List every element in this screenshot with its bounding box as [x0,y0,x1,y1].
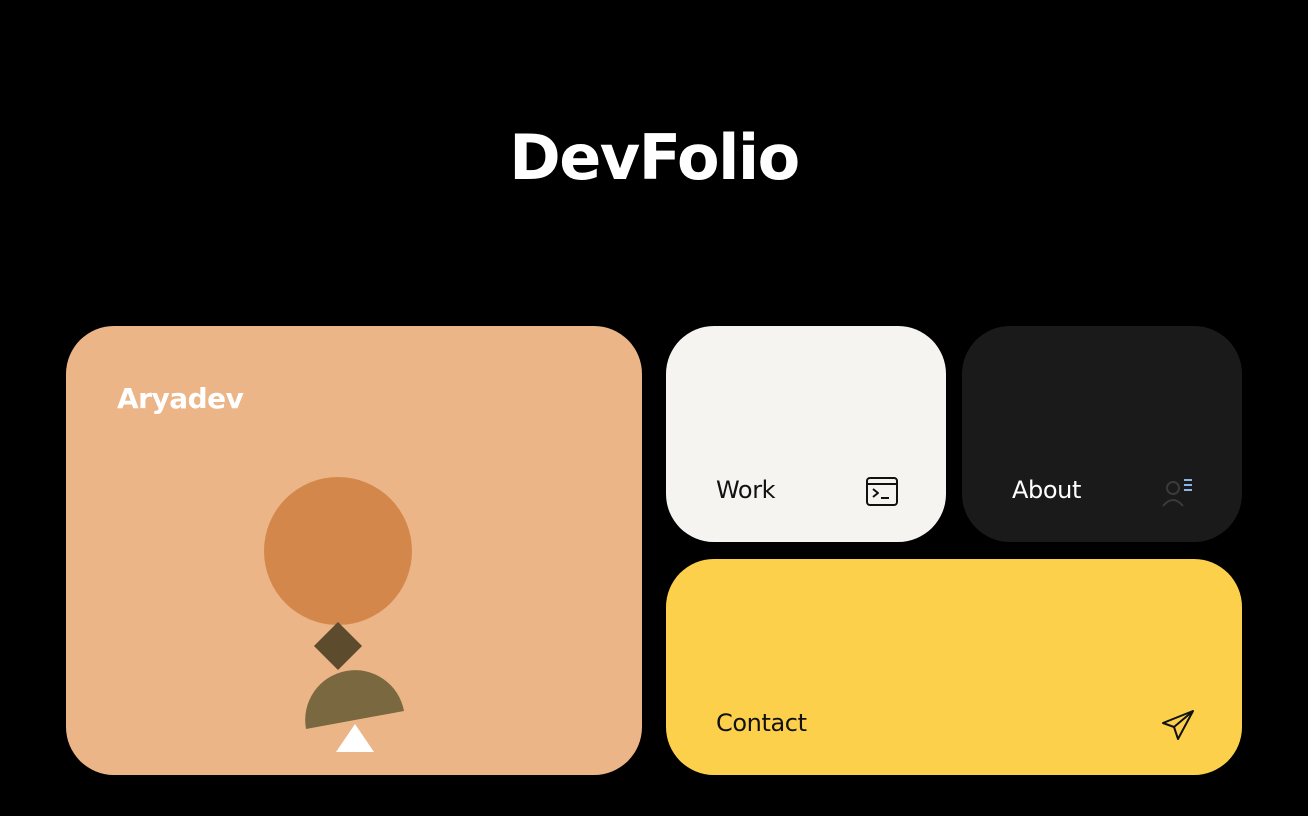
contact-card[interactable]: Contact [666,559,1242,775]
site-title: DevFolio [509,121,800,194]
work-label: Work [716,476,776,504]
about-label: About [1012,476,1081,504]
about-card[interactable]: About [962,326,1242,542]
art-diamond [313,621,363,671]
contact-label: Contact [716,709,807,737]
work-card[interactable]: Work [666,326,946,542]
balancing-stones-illustration [264,477,412,752]
art-half-disc [305,670,404,729]
profile-name: Aryadev [117,382,244,415]
art-circle [264,477,412,625]
profile-card[interactable]: Aryadev [66,326,642,775]
page: DevFolio Aryadev Work About Contact [0,0,1308,816]
user-list-icon [1162,479,1192,507]
terminal-icon [866,477,898,506]
art-triangle [336,724,374,752]
send-icon [1162,710,1194,740]
